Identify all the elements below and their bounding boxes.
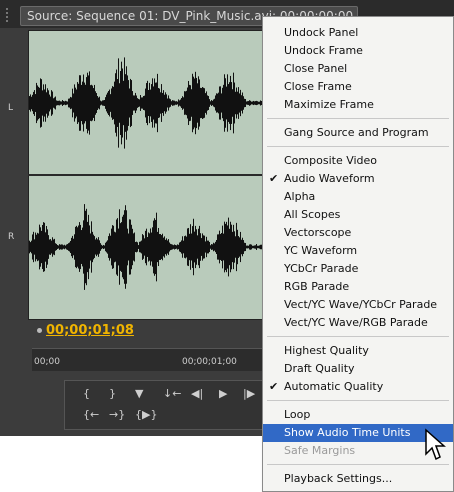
mark-in-button[interactable]: {	[83, 387, 90, 400]
menu-item-label: Gang Source and Program	[284, 126, 429, 139]
menu-item-label: Alpha	[284, 190, 316, 203]
checkmark-icon: ✔	[269, 172, 279, 185]
menu-item[interactable]: Gang Source and Program	[263, 124, 453, 142]
menu-separator	[267, 336, 449, 337]
menu-item-label: Vectorscope	[284, 226, 352, 239]
menu-item-label: Close Frame	[284, 80, 352, 93]
menu-item-label: Playback Settings...	[284, 472, 393, 485]
mark-out-button[interactable]: }	[109, 387, 116, 400]
menu-item[interactable]: YC Waveform	[263, 242, 453, 260]
menu-item-label: Draft Quality	[284, 362, 355, 375]
channel-divider	[28, 174, 266, 176]
menu-item-label: YC Waveform	[284, 244, 358, 257]
menu-item-label: Composite Video	[284, 154, 378, 167]
menu-item-label: Show Audio Time Units	[284, 426, 411, 439]
menu-item[interactable]: Composite Video	[263, 152, 453, 170]
menu-item[interactable]: Draft Quality	[263, 360, 453, 378]
menu-item-label: Vect/YC Wave/RGB Parade	[284, 316, 428, 329]
menu-separator	[267, 400, 449, 401]
play-in-to-out-button[interactable]: {▶}	[135, 408, 157, 421]
channel-label-right: R	[8, 232, 15, 242]
menu-item-label: Highest Quality	[284, 344, 369, 357]
menu-item[interactable]: Undock Panel	[263, 24, 453, 42]
menu-separator	[267, 464, 449, 465]
menu-item[interactable]: YCbCr Parade	[263, 260, 453, 278]
menu-item-label: Undock Frame	[284, 44, 363, 57]
current-timecode[interactable]: 00;00;01;08	[46, 323, 134, 338]
timecode-dot-icon	[37, 328, 42, 333]
menu-item[interactable]: All Scopes	[263, 206, 453, 224]
menu-item-label: Automatic Quality	[284, 380, 384, 393]
step-forward-button[interactable]: |▶	[243, 387, 255, 400]
menu-item[interactable]: Playback Settings...	[263, 470, 453, 488]
menu-separator	[267, 146, 449, 147]
menu-item[interactable]: ✔ Audio Waveform	[263, 170, 453, 188]
menu-item[interactable]: Vect/YC Wave/YCbCr Parade	[263, 296, 453, 314]
menu-item-label: All Scopes	[284, 208, 341, 221]
ruler-end-label: 00;00;01;00	[182, 357, 237, 367]
transport-controls: { } ▼ ↓← ◀| ▶ |▶ {← →} {▶}	[64, 380, 266, 430]
menu-item[interactable]: Close Panel	[263, 60, 453, 78]
menu-item[interactable]: Undock Frame	[263, 42, 453, 60]
time-ruler[interactable]: 00;00 00;00;01;00	[32, 348, 268, 371]
go-to-in-button[interactable]: ↓←	[163, 387, 181, 400]
menu-item[interactable]: ✔ Automatic Quality	[263, 378, 453, 396]
menu-item-label: Safe Margins	[284, 444, 356, 457]
menu-item[interactable]: Loop	[263, 406, 453, 424]
menu-item-label: Vect/YC Wave/YCbCr Parade	[284, 298, 438, 311]
menu-item-label: Maximize Frame	[284, 98, 374, 111]
menu-item[interactable]: Highest Quality	[263, 342, 453, 360]
menu-item-label: Loop	[284, 408, 311, 421]
menu-item[interactable]: Vect/YC Wave/RGB Parade	[263, 314, 453, 332]
menu-item[interactable]: Vectorscope	[263, 224, 453, 242]
menu-item-label: YCbCr Parade	[284, 262, 359, 275]
menu-item[interactable]: Alpha	[263, 188, 453, 206]
channel-label-left: L	[8, 103, 14, 113]
menu-item[interactable]: Close Frame	[263, 78, 453, 96]
mouse-cursor-icon	[425, 428, 446, 461]
play-button[interactable]: ▶	[219, 387, 227, 400]
menu-item-label: Close Panel	[284, 62, 348, 75]
grip-icon[interactable]	[6, 8, 14, 22]
checkmark-icon: ✔	[269, 380, 279, 393]
go-to-out-point-button[interactable]: →}	[109, 408, 125, 421]
menu-item-label: Undock Panel	[284, 26, 359, 39]
menu-item-label: Audio Waveform	[284, 172, 375, 185]
menu-separator	[267, 118, 449, 119]
step-back-button[interactable]: ◀|	[191, 387, 203, 400]
menu-item[interactable]: Maximize Frame	[263, 96, 453, 114]
set-marker-button[interactable]: ▼	[135, 387, 143, 400]
panel-context-menu: Undock Panel Undock Frame Close Panel Close…	[262, 16, 454, 492]
menu-item-label: RGB Parade	[284, 280, 350, 293]
menu-item[interactable]: RGB Parade	[263, 278, 453, 296]
ruler-start-label: 00;00	[34, 357, 60, 367]
go-to-in-point-button[interactable]: {←	[83, 408, 99, 421]
